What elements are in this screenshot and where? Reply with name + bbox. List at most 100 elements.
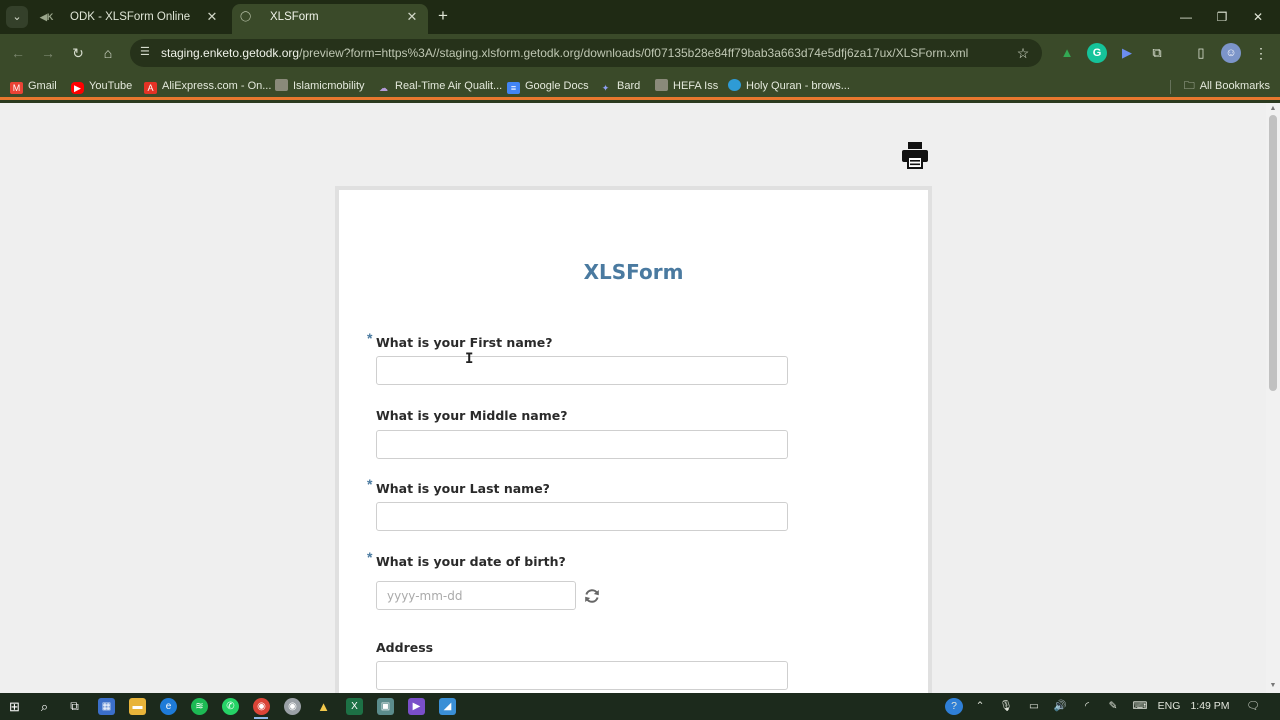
google-drive-icon[interactable]: ▲ [1057, 43, 1077, 63]
bookmark-gmail[interactable]: M Gmail [10, 77, 57, 95]
excel-icon[interactable]: X [346, 698, 363, 715]
close-icon[interactable]: ✕ [204, 4, 220, 30]
whatsapp-icon[interactable]: ✆ [222, 698, 239, 715]
tab-odk-xlsform-online[interactable]: ◀K ODK - XLSForm Online ✕ [32, 4, 228, 34]
app-window-icon[interactable]: ▣ [377, 698, 394, 715]
page-icon [655, 79, 668, 91]
bookmark-label: Holy Quran - brows... [746, 80, 850, 92]
profile-avatar[interactable]: ☺ [1221, 43, 1241, 63]
scroll-thumb[interactable] [1269, 115, 1277, 391]
tab-xlsform[interactable]: ◯ XLSForm ✕ [232, 4, 428, 34]
windows-start-icon[interactable]: ⊞ [6, 698, 23, 715]
address-bar[interactable]: ☰ staging.enketo.getodk.org/preview?form… [130, 39, 1042, 67]
close-icon[interactable]: ✕ [404, 4, 420, 30]
address-input[interactable] [376, 661, 788, 690]
reload-icon[interactable]: ↻ [68, 43, 88, 63]
scroll-up-icon[interactable]: ▲ [1269, 105, 1277, 113]
bookmark-youtube[interactable]: ▶ YouTube [71, 77, 132, 95]
page-viewport: XLSForm * What is your First name? What … [0, 103, 1266, 693]
bookmark-hefa[interactable]: HEFA Iss [655, 77, 718, 95]
last-name-input[interactable] [376, 502, 788, 531]
bookmark-islamicmobility[interactable]: Islamicmobility [275, 77, 365, 95]
text-cursor-icon: I [465, 351, 474, 367]
bookmark-star-icon[interactable]: ☆ [1014, 44, 1032, 62]
question-address-label: Address [376, 640, 434, 655]
pen-icon[interactable]: ✎ [1104, 698, 1122, 715]
volume-icon[interactable]: 🔊 [1051, 698, 1069, 715]
bookmark-holy-quran[interactable]: Holy Quran - brows... [728, 77, 850, 95]
notifications-icon[interactable]: 🗨 [1244, 698, 1262, 715]
photos-icon[interactable]: ◢ [439, 698, 456, 715]
date-of-birth-input[interactable] [376, 581, 576, 610]
bookmark-air-quality[interactable]: ☁ Real-Time Air Qualit... [377, 77, 502, 95]
restore-icon[interactable]: ❐ [1212, 7, 1232, 27]
folder-icon: 🗀 [1183, 80, 1195, 92]
home-icon[interactable]: ⌂ [98, 43, 118, 63]
bookmark-label: Bard [617, 80, 641, 92]
extension-play-icon[interactable]: ▶ [1117, 43, 1137, 63]
gmail-icon: M [10, 82, 23, 94]
bookmark-label: Google Docs [525, 80, 589, 92]
clock-time[interactable]: 1:49 PM [1188, 698, 1232, 715]
help-icon[interactable]: ? [945, 698, 963, 715]
page-scrollbar[interactable]: ▲ ▼ [1266, 103, 1280, 693]
side-panel-icon[interactable]: ▯ [1191, 43, 1211, 63]
all-bookmarks-label: All Bookmarks [1199, 80, 1270, 92]
wifi-icon[interactable]: ◜ [1078, 698, 1096, 715]
spotify-icon[interactable]: ≋ [191, 698, 208, 715]
search-icon[interactable]: ⌕ [36, 698, 53, 715]
youtube-icon: ▶ [71, 82, 84, 94]
tray-chevron-icon[interactable]: ⌃ [972, 698, 988, 715]
scroll-down-icon[interactable]: ▼ [1269, 682, 1277, 690]
back-arrow-icon[interactable]: ← [8, 43, 28, 63]
keyboard-icon[interactable]: ⌨ [1130, 698, 1150, 715]
forward-arrow-icon[interactable]: → [38, 43, 58, 63]
edge-icon[interactable]: e [160, 698, 177, 715]
bookmark-bard[interactable]: ✦ Bard [599, 77, 641, 95]
video-editor-icon[interactable]: ▶ [408, 698, 425, 715]
url-host: staging.enketo.getodk.org [161, 46, 300, 60]
bookmark-label: Real-Time Air Qualit... [395, 80, 503, 92]
site-settings-icon[interactable]: ☰ [140, 45, 154, 59]
browser-tabstrip: ⌄ ◀K ODK - XLSForm Online ✕ ◯ XLSForm ✕ … [0, 0, 1280, 34]
url-path: /preview?form=https%3A//staging.xlsform.… [299, 46, 969, 60]
store-icon[interactable]: ▦ [98, 698, 115, 715]
question-last-name-label: What is your Last name? [376, 481, 550, 496]
bookmark-google-docs[interactable]: ≡ Google Docs [507, 77, 589, 95]
microphone-icon[interactable]: 🎙 [998, 698, 1014, 715]
middle-name-input[interactable] [376, 430, 788, 459]
window-close-icon[interactable]: ✕ [1248, 7, 1268, 27]
globe-icon: ◯ [240, 11, 252, 22]
bookmarks-bar: M Gmail ▶ YouTube A AliExpress.com - On... … [0, 72, 1280, 100]
warning-app-icon[interactable]: ▲ [315, 698, 332, 715]
all-bookmarks-folder[interactable]: 🗀 All Bookmarks [1184, 77, 1270, 95]
bookmark-aliexpress[interactable]: A AliExpress.com - On... [144, 77, 271, 95]
file-explorer-icon[interactable]: ▬ [129, 698, 146, 715]
chrome-icon[interactable]: ◉ [253, 698, 270, 715]
refresh-icon[interactable] [583, 587, 601, 605]
url-text[interactable]: staging.enketo.getodk.org/preview?form=h… [161, 39, 968, 67]
bookmark-label: AliExpress.com - On... [162, 80, 272, 92]
minimize-icon[interactable]: — [1176, 7, 1196, 27]
windows-taskbar: ⊞ ⌕ ⧉ ▦ ▬ e ≋ ✆ ◉ ◉ ▲ X ▣ ▶ ◢ ? ⌃ 🎙 ▭ 🔊 … [0, 693, 1280, 720]
quran-icon [728, 79, 741, 91]
bookmark-label: Islamicmobility [293, 80, 365, 92]
question-dob-label: What is your date of birth? [376, 554, 566, 569]
language-indicator[interactable]: ENG [1156, 698, 1182, 715]
bookmarks-divider [1170, 80, 1171, 94]
chrome-profile-icon[interactable]: ◉ [284, 698, 301, 715]
first-name-input[interactable] [376, 356, 788, 385]
task-view-icon[interactable]: ⧉ [66, 698, 83, 715]
print-icon[interactable] [900, 141, 930, 169]
menu-kebab-icon[interactable]: ⋮ [1251, 43, 1271, 63]
sparkle-icon: ✦ [601, 83, 610, 93]
tab-label: XLSForm [270, 11, 319, 23]
question-middle-name-label: What is your Middle name? [376, 408, 568, 423]
bookmark-label: HEFA Iss [673, 80, 719, 92]
battery-icon[interactable]: ▭ [1025, 698, 1043, 715]
extensions-puzzle-icon[interactable]: ⧉ [1147, 43, 1167, 63]
new-tab-plus-icon[interactable]: + [432, 5, 454, 27]
tab-search-chevron-icon[interactable]: ⌄ [6, 6, 28, 28]
cloud-icon: ☁ [379, 83, 388, 93]
grammarly-icon[interactable]: G [1087, 43, 1107, 63]
